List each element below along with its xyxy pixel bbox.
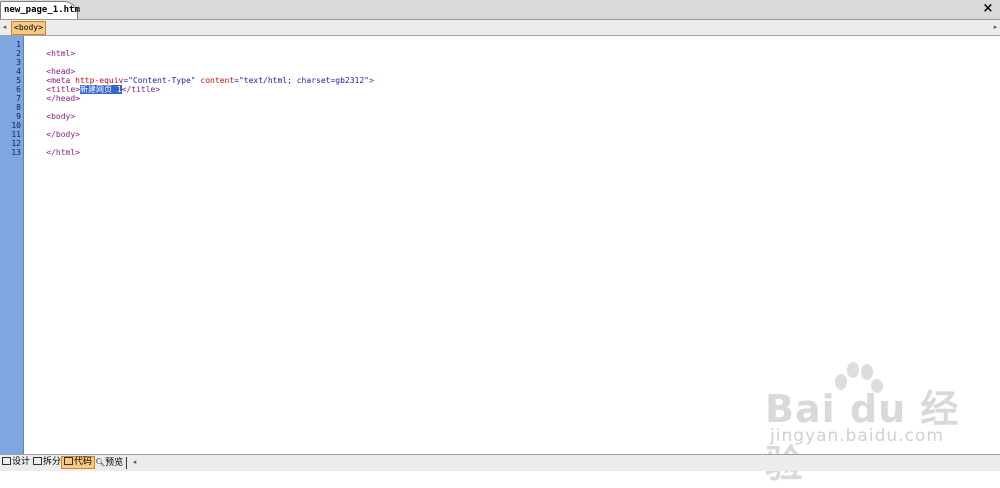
code-token: </html>	[46, 148, 80, 157]
baidu-watermark: Bai du 经验 jingyan.baidu.com	[765, 360, 975, 486]
scroll-left-icon[interactable]: ◂	[130, 455, 139, 470]
view-mode-bar: 设计 拆分 代码 🔍︎预览 ◂	[0, 454, 1000, 471]
code-token: </body>	[46, 130, 80, 139]
line-number: 5	[16, 76, 21, 85]
code-value: ="text/html; charset=gb2312"	[234, 76, 369, 85]
code-line: <meta http-equiv="Content-Type" content=…	[27, 67, 374, 85]
watermark-url: jingyan.baidu.com	[770, 426, 944, 446]
line-number: 8	[16, 103, 21, 112]
code-icon	[64, 456, 73, 465]
code-line: </head>	[27, 85, 80, 103]
line-number: 6	[16, 85, 21, 94]
line-number: 9	[16, 112, 21, 121]
line-number: 7	[16, 94, 21, 103]
line-number: 4	[16, 67, 21, 76]
tag-scroll-right-icon[interactable]: ▸	[991, 20, 1000, 35]
design-label: 设计	[12, 457, 31, 467]
selected-title-text[interactable]: 新建网页 1	[79, 85, 122, 94]
code-attribute: content	[200, 76, 235, 85]
design-view-button[interactable]: 设计	[0, 456, 32, 469]
code-token: <body>	[46, 112, 76, 121]
magnifier-icon: 🔍︎	[95, 458, 106, 467]
line-number: 10	[11, 121, 21, 130]
close-icon[interactable]: ×	[981, 1, 995, 17]
code-token: </title>	[121, 85, 161, 94]
code-token: </head>	[46, 94, 80, 103]
design-icon	[2, 456, 11, 465]
line-number: 2	[16, 49, 21, 58]
code-token: <html>	[46, 49, 76, 58]
line-number-gutter: 1 2 3 4 5 6 7 8 9 10 11 12 13	[0, 36, 24, 454]
line-number: 1	[16, 40, 21, 49]
line-number: 12	[11, 139, 21, 148]
line-number: 3	[16, 58, 21, 67]
code-label: 代码	[74, 457, 93, 467]
split-label: 拆分	[43, 457, 62, 467]
split-icon	[33, 456, 42, 465]
document-tab[interactable]: new_page_1.htm	[0, 1, 80, 19]
code-line: <title>新建网页 1</title>	[27, 76, 160, 94]
code-line: </body>	[27, 121, 80, 139]
preview-view-button[interactable]: 🔍︎预览	[93, 456, 125, 469]
code-token: >	[368, 76, 374, 85]
tag-scroll-left-icon[interactable]: ◂	[0, 20, 9, 35]
code-line: <html>	[27, 40, 75, 58]
code-line: <head>	[27, 58, 75, 76]
line-number: 11	[11, 130, 21, 139]
view-bar-divider	[126, 457, 127, 469]
code-line: </html>	[27, 139, 80, 157]
preview-label: 预览	[105, 458, 124, 468]
code-line: <body>	[27, 103, 75, 121]
code-view-button[interactable]: 代码	[61, 456, 96, 469]
line-number: 13	[11, 148, 21, 157]
horizontal-scrollbar[interactable]: ◂	[128, 457, 1000, 469]
tag-selector-body[interactable]: <body>	[11, 21, 46, 35]
tag-selector-bar: ◂ <body> ▸	[0, 20, 1000, 36]
document-tab-bar: new_page_1.htm ×	[0, 0, 1000, 20]
split-view-button[interactable]: 拆分	[31, 456, 63, 469]
